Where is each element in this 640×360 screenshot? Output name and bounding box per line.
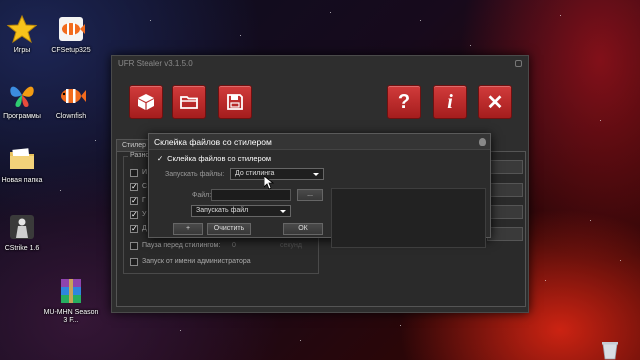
add-file-button[interactable]: +	[173, 223, 203, 235]
option-label-3: Г	[142, 197, 146, 204]
desktop-icon-label: Новая папка	[1, 177, 43, 184]
run-files-select[interactable]: До стилинга	[230, 168, 324, 180]
browse-button[interactable]: ...	[297, 189, 323, 201]
side-button-2[interactable]	[487, 183, 523, 197]
desktop-icon-cstrike[interactable]: CStrike 1.6	[0, 212, 52, 253]
winrar-archive-icon	[61, 279, 81, 303]
ok-button[interactable]: ОК	[283, 223, 323, 235]
option-label-4: У	[142, 211, 147, 218]
desktop-icon-label: MU-MHN Season 3 F...	[43, 309, 99, 325]
chevron-down-icon	[280, 210, 286, 213]
flame-icon	[479, 138, 486, 146]
option-label-2: С	[142, 183, 148, 190]
recycle-bin-icon[interactable]	[601, 340, 619, 360]
desktop-icon-label: CStrike 1.6	[4, 245, 40, 252]
help-button[interactable]: ?	[387, 85, 421, 119]
side-button-3[interactable]	[487, 205, 523, 219]
close-button[interactable]: ✕	[478, 85, 512, 119]
admin-checkbox[interactable]	[130, 258, 138, 266]
binder-enable-checkbox[interactable]: ✓ Склейка файлов со стилером	[157, 154, 271, 163]
pause-unit: секунд	[280, 242, 302, 249]
action-select[interactable]: Запускать файл	[191, 205, 291, 217]
dialog-body: ✓ Склейка файлов со стилером Запускать ф…	[149, 150, 490, 248]
option-label-1: И	[142, 169, 148, 176]
side-button-1[interactable]	[487, 160, 523, 174]
clear-button[interactable]: Очистить	[207, 223, 251, 235]
butterfly-icon	[10, 86, 34, 107]
cube-icon	[138, 94, 154, 110]
run-files-label: Запускать файлы:	[165, 171, 225, 178]
close-icon: ✕	[486, 91, 504, 114]
save-button[interactable]	[218, 85, 252, 119]
floppy-disk-icon	[227, 94, 243, 110]
dialog-title: Склейка файлов со стилером	[154, 137, 272, 147]
pause-value[interactable]: 0	[232, 242, 236, 249]
chevron-down-icon	[313, 173, 319, 176]
pause-checkbox[interactable]	[130, 242, 138, 250]
counterstrike-icon	[10, 215, 34, 239]
star-icon	[7, 14, 37, 44]
mouse-cursor-icon	[264, 176, 274, 190]
tab-stealer[interactable]: Стилер	[116, 139, 153, 151]
binder-enable-label: Склейка файлов со стилером	[167, 154, 272, 163]
desktop-icon-clownfish[interactable]: Clownfish	[41, 80, 101, 121]
file-path-field[interactable]	[211, 189, 291, 201]
desktop-icon-label: Clownfish	[55, 113, 87, 120]
window-title: UFR Stealer v3.1.5.0	[118, 59, 193, 68]
option-checkbox-1[interactable]	[130, 169, 138, 177]
checkmark-icon: ✓	[157, 154, 164, 163]
option-checkbox-4[interactable]: ✓	[130, 211, 138, 219]
build-button[interactable]	[129, 85, 163, 119]
option-checkbox-3[interactable]: ✓	[130, 197, 138, 205]
folder-open-icon	[180, 96, 198, 109]
open-button[interactable]	[172, 85, 206, 119]
action-value: Запускать файл	[196, 207, 249, 214]
side-button-4[interactable]	[487, 227, 523, 241]
dialog-titlebar[interactable]: Склейка файлов со стилером	[149, 134, 490, 150]
admin-label: Запуск от имени администратора	[142, 258, 251, 265]
option-checkbox-5[interactable]: ✓	[130, 225, 138, 233]
question-mark-icon: ?	[397, 90, 411, 113]
option-checkbox-2[interactable]: ✓	[130, 183, 138, 191]
desktop-icon-mu-archive[interactable]: MU-MHN Season 3 F...	[41, 276, 101, 326]
file-label: Файл:	[192, 192, 212, 199]
info-button[interactable]: i	[433, 85, 467, 119]
info-icon: i	[447, 90, 453, 113]
file-binder-dialog: Склейка файлов со стилером ✓ Склейка фай…	[148, 133, 491, 248]
desktop-icon-new-folder[interactable]: Новая папка	[0, 144, 52, 185]
desktop-icon-cfsetup[interactable]: CFSetup325	[41, 14, 101, 55]
clownfish-icon	[59, 17, 85, 41]
window-titlebar[interactable]: UFR Stealer v3.1.5.0	[112, 56, 528, 72]
clownfish-icon	[61, 89, 86, 103]
window-control-icon[interactable]	[515, 60, 522, 67]
option-label-5: Д	[142, 225, 147, 232]
folder-icon	[10, 148, 34, 169]
files-list[interactable]	[331, 188, 486, 248]
desktop-icon-label: CFSetup325	[51, 47, 91, 54]
pause-label: Пауза перед стилингом:	[142, 242, 221, 249]
